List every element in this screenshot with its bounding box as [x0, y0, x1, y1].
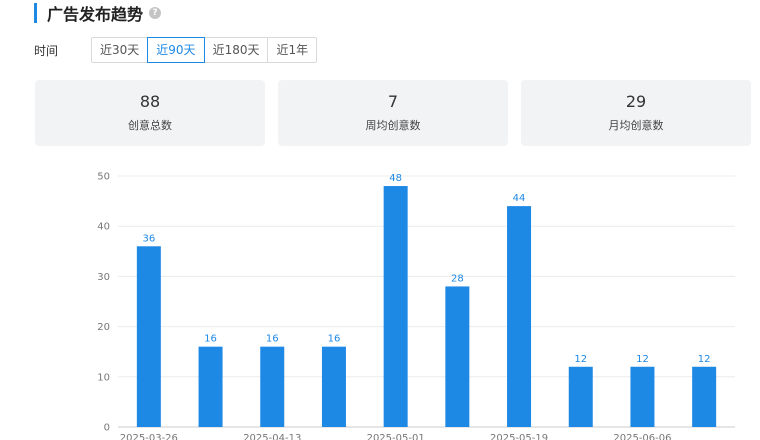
time-option-90d[interactable]: 近90天	[147, 37, 205, 63]
data-label-0: 36	[142, 233, 155, 244]
bar-8	[630, 366, 655, 427]
bar-7	[568, 366, 593, 427]
bar-1	[198, 346, 223, 427]
data-label-1: 16	[204, 334, 217, 345]
y-tick-label-1: 10	[97, 372, 110, 383]
y-tick-label-3: 30	[97, 272, 110, 283]
data-label-8: 12	[636, 354, 649, 365]
bar-4	[383, 186, 408, 427]
bar-6	[507, 206, 532, 427]
y-tick-label-0: 0	[104, 423, 110, 434]
data-label-4: 48	[389, 173, 402, 184]
bar-2	[260, 346, 285, 427]
data-label-3: 16	[328, 334, 341, 345]
x-tick-label-8: 2025-06-06	[613, 433, 671, 440]
bar-5	[445, 286, 470, 427]
y-tick-label-5: 50	[97, 172, 110, 183]
data-label-6: 44	[513, 193, 526, 204]
trend-bar-chart: 0 10 20 30 40 50 36 2025-03-26 16 16 2025-04-13 16 4…	[97, 172, 735, 440]
x-tick-label-0: 2025-03-26	[120, 433, 178, 440]
x-tick-label-2: 2025-04-13	[243, 433, 301, 440]
x-tick-label-6: 2025-05-19	[490, 433, 548, 440]
bar-0	[136, 246, 161, 427]
x-tick-label-4: 2025-05-01	[367, 433, 425, 440]
bar-3	[321, 346, 346, 427]
y-tick-label-4: 40	[97, 222, 110, 233]
bar-9	[692, 366, 717, 427]
data-label-9: 12	[698, 354, 711, 365]
data-label-2: 16	[266, 334, 279, 345]
data-label-7: 12	[574, 354, 587, 365]
y-tick-label-2: 20	[97, 322, 110, 333]
data-label-5: 28	[451, 273, 464, 284]
